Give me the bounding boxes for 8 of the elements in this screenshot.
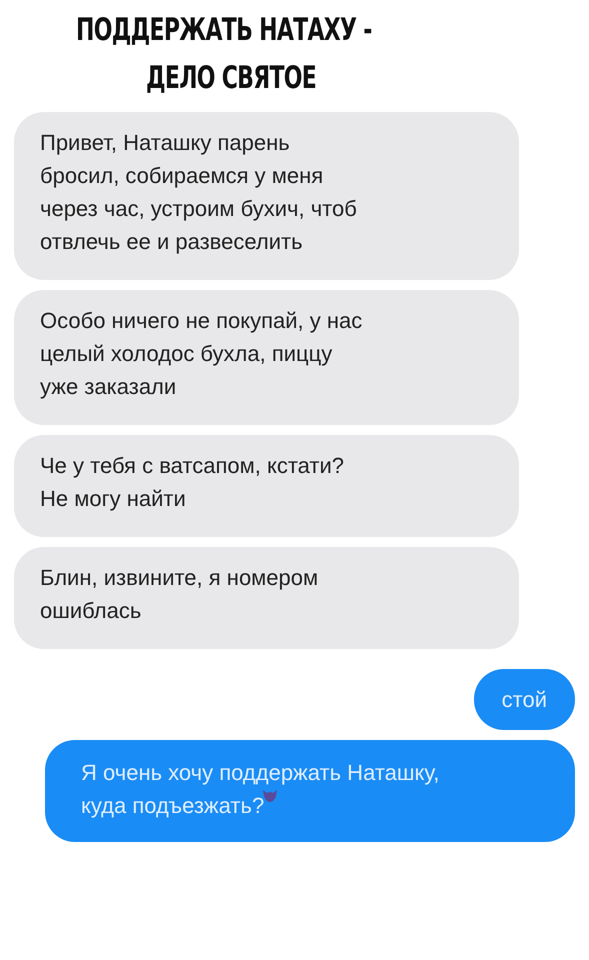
- sent-message: стой: [474, 669, 575, 730]
- received-message: Блин, извините, я номером ошиблась: [14, 547, 519, 649]
- sent-message: Я очень хочу поддержать Наташку, куда подъезжать?: [45, 740, 575, 842]
- received-message: Че у тебя с ватсапом, кстати? Не могу найти: [14, 435, 519, 537]
- received-message: Привет, Наташку парень бросил, собираемся у меня через час, устроим бухич, чтоб отвлечь ее и развеселить: [14, 112, 519, 280]
- caption-line: ПОДДЕРЖАТЬ НАТАХУ -: [76, 11, 372, 50]
- received-message: Особо ничего не покупай, у нас целый холодос бухла, пиццу уже заказали: [14, 290, 519, 425]
- caption-line: ДЕЛО СВЯТОЕ: [146, 59, 316, 98]
